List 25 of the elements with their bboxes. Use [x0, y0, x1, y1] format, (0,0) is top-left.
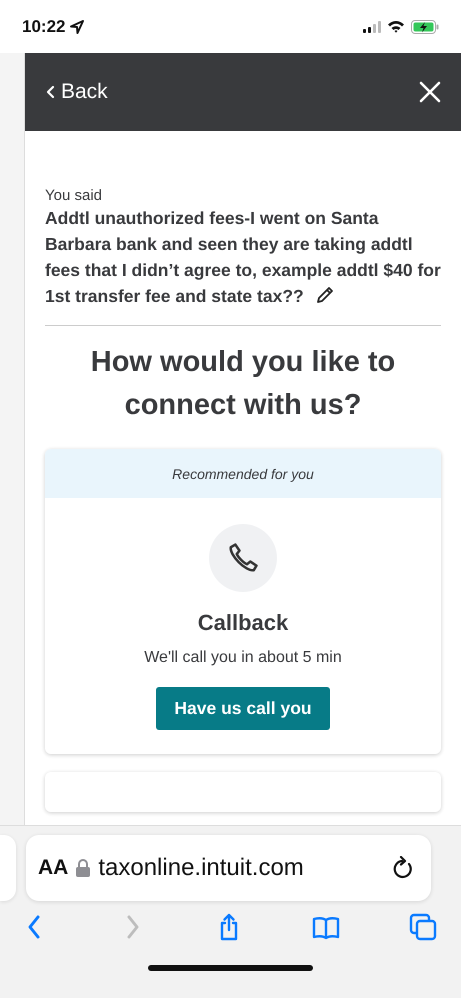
message-text: Addtl unauthorized fees-I went on Santa Barbara bank and seen they are taking addtl fees that I didn’t agree to, example addtl $40 for 1st transfer fee and state tax??	[45, 207, 441, 309]
option-subtitle: We'll call you in about 5 min	[144, 649, 342, 667]
close-button[interactable]	[419, 81, 441, 103]
address-bar[interactable]: AA taxonline.intuit.com	[26, 835, 431, 901]
pencil-icon	[314, 285, 335, 305]
option-title: Callback	[198, 610, 288, 636]
lock-icon	[76, 859, 90, 877]
back-button[interactable]: Back	[45, 80, 108, 104]
message-label: You said	[45, 187, 103, 204]
reload-button[interactable]	[393, 856, 415, 880]
call-button[interactable]: Have us call you	[156, 687, 330, 730]
close-icon	[419, 81, 441, 103]
section-heading: How would you like to connect with us?	[90, 345, 396, 423]
url-text: taxonline.intuit.com	[98, 854, 305, 882]
tabs-icon	[409, 913, 437, 941]
status-time: 10:22	[22, 16, 66, 36]
battery-charging-icon	[411, 20, 439, 34]
text-size-button[interactable]: AA	[38, 856, 68, 880]
signal-icon	[363, 20, 381, 32]
recommended-banner: Recommended for you	[45, 449, 441, 498]
tabs-button[interactable]	[409, 913, 437, 941]
chevron-left-icon	[45, 85, 55, 99]
location-arrow-icon	[69, 18, 86, 34]
reload-icon	[393, 856, 415, 880]
wifi-icon	[387, 20, 405, 33]
